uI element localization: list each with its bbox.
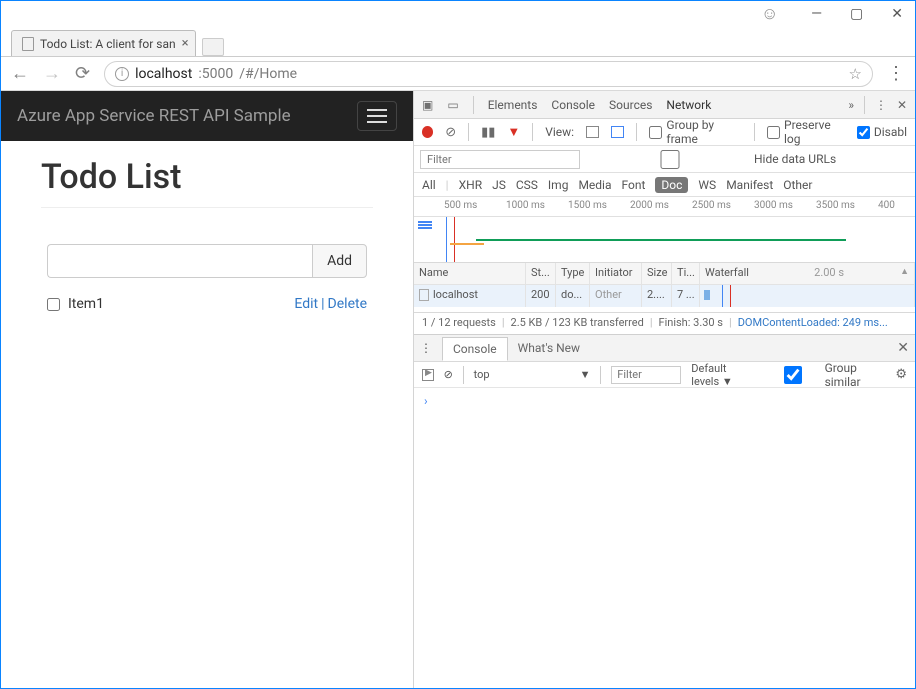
view-small-button[interactable]	[611, 126, 624, 138]
network-toolbar: ⊘ ▮▮ ▼ View: Group by frame Preserve log…	[414, 119, 915, 146]
drawer-tab-console[interactable]: Console	[442, 337, 508, 361]
new-tab-button[interactable]	[202, 38, 224, 56]
app-brand: Azure App Service REST API Sample	[17, 106, 291, 126]
console-clear-icon[interactable]: ⊘	[444, 368, 453, 381]
separator: |	[318, 296, 327, 312]
window-maximize-button[interactable]: ▢	[850, 6, 863, 22]
tab-elements[interactable]: Elements	[488, 98, 538, 112]
console-levels-select[interactable]: Default levels ▼	[691, 362, 755, 388]
add-button[interactable]: Add	[312, 244, 367, 278]
divider	[41, 207, 373, 208]
devtools-menu-icon[interactable]: ⋮	[875, 98, 887, 112]
type-xhr[interactable]: XHR	[459, 178, 482, 192]
browser-menu-button[interactable]: ⋮	[887, 63, 905, 84]
type-css[interactable]: CSS	[516, 178, 538, 192]
timeline-ruler[interactable]: 500 ms 1000 ms 1500 ms 2000 ms 2500 ms 3…	[414, 197, 915, 217]
network-status-bar: 1 / 12 requests| 2.5 KB / 123 KB transfe…	[414, 313, 915, 335]
edit-link[interactable]: Edit	[294, 296, 318, 312]
address-bar[interactable]: i localhost :5000 /#/Home ☆	[104, 61, 873, 87]
delete-link[interactable]: Delete	[328, 296, 367, 312]
tab-sources[interactable]: Sources	[609, 98, 652, 112]
type-manifest[interactable]: Manifest	[726, 178, 773, 192]
user-icon[interactable]: ☺	[761, 4, 778, 24]
disable-cache-checkbox[interactable]: Disabl	[857, 125, 907, 139]
type-img[interactable]: Img	[548, 178, 569, 192]
forward-button[interactable]: →	[43, 63, 61, 84]
window-minimize-button[interactable]: —	[811, 6, 822, 22]
bookmark-icon[interactable]: ☆	[849, 65, 862, 83]
browser-tab[interactable]: Todo List: A client for san ×	[11, 30, 196, 56]
type-js[interactable]: JS	[492, 178, 506, 192]
device-icon[interactable]: ▭	[447, 98, 458, 112]
tab-close-button[interactable]: ×	[182, 36, 189, 51]
network-filter-input[interactable]	[420, 150, 580, 169]
drawer-close-button[interactable]: ✕	[897, 340, 909, 356]
type-media[interactable]: Media	[578, 178, 611, 192]
record-button[interactable]	[422, 126, 433, 138]
menu-toggle-button[interactable]	[357, 101, 397, 131]
console-prompt: ›	[424, 394, 428, 408]
item-label: Item1	[68, 296, 104, 312]
back-button[interactable]: ←	[11, 63, 29, 84]
type-doc[interactable]: Doc	[655, 177, 688, 193]
network-table: Name St... Type Initiator Size Ti... Wat…	[414, 263, 915, 313]
drawer-tabbar: ⋮ Console What's New ✕	[414, 335, 915, 362]
devtools-panel: ▣ ▭ Elements Console Sources Network » ⋮…	[413, 91, 915, 688]
group-similar-checkbox[interactable]: Group similar	[765, 361, 881, 389]
screenshot-icon[interactable]: ▮▮	[481, 125, 495, 140]
table-row[interactable]: localhost 200 do... Other 2.... 7 ...	[414, 285, 915, 307]
type-ws[interactable]: WS	[698, 178, 716, 192]
network-filter-row: Hide data URLs	[414, 146, 915, 173]
console-filter-input[interactable]	[611, 366, 681, 384]
devtools-close-button[interactable]: ✕	[897, 98, 907, 112]
page-icon	[22, 37, 34, 51]
todo-item: Item1 Edit | Delete	[47, 296, 367, 312]
clear-button[interactable]: ⊘	[445, 125, 456, 140]
app-navbar: Azure App Service REST API Sample	[1, 91, 413, 141]
console-context-select[interactable]: top	[474, 368, 490, 381]
reload-button[interactable]: ⟳	[75, 63, 90, 84]
browser-tabstrip: Todo List: A client for san ×	[1, 27, 915, 57]
inspect-icon[interactable]: ▣	[422, 98, 433, 112]
view-large-button[interactable]	[586, 126, 599, 138]
url-path: /#/Home	[239, 66, 297, 82]
table-header[interactable]: Name St... Type Initiator Size Ti... Wat…	[414, 263, 915, 285]
filter-icon[interactable]: ▼	[507, 124, 520, 140]
tab-title: Todo List: A client for san	[40, 37, 176, 51]
window-titlebar: ☺ — ▢ ✕	[1, 1, 915, 27]
page-viewport: Azure App Service REST API Sample Todo L…	[1, 91, 413, 688]
drawer-tab-whatsnew[interactable]: What's New	[518, 341, 580, 355]
tab-network[interactable]: Network	[666, 98, 711, 112]
type-font[interactable]: Font	[622, 178, 646, 192]
tab-console[interactable]: Console	[551, 98, 595, 112]
network-type-filter: All | XHR JS CSS Img Media Font Doc WS M…	[414, 173, 915, 197]
devtools-tabbar: ▣ ▭ Elements Console Sources Network » ⋮…	[414, 91, 915, 119]
timeline-overview[interactable]	[414, 217, 915, 263]
type-all[interactable]: All	[422, 178, 436, 192]
window-close-button[interactable]: ✕	[891, 6, 903, 22]
group-by-frame-checkbox[interactable]: Group by frame	[649, 118, 742, 146]
console-body[interactable]: ›	[414, 388, 915, 688]
console-sidebar-icon[interactable]	[422, 369, 434, 381]
browser-toolbar: ← → ⟳ i localhost :5000 /#/Home ☆ ⋮	[1, 57, 915, 91]
console-settings-icon[interactable]: ⚙	[895, 367, 907, 382]
preserve-log-checkbox[interactable]: Preserve log	[767, 118, 845, 146]
hide-data-urls-checkbox[interactable]: Hide data URLs	[590, 150, 836, 169]
site-info-icon[interactable]: i	[115, 67, 129, 81]
url-host: localhost	[135, 66, 192, 82]
drawer-menu-icon[interactable]: ⋮	[420, 341, 432, 355]
page-heading: Todo List	[41, 157, 373, 197]
view-label: View:	[545, 125, 574, 139]
console-toolbar: ⊘ top ▼ Default levels ▼ Group similar ⚙	[414, 362, 915, 388]
item-checkbox[interactable]	[47, 298, 60, 311]
type-other[interactable]: Other	[783, 178, 812, 192]
document-icon	[419, 289, 429, 301]
url-port: :5000	[198, 66, 233, 82]
new-item-input[interactable]	[47, 244, 312, 278]
more-tabs-icon[interactable]: »	[848, 98, 854, 112]
